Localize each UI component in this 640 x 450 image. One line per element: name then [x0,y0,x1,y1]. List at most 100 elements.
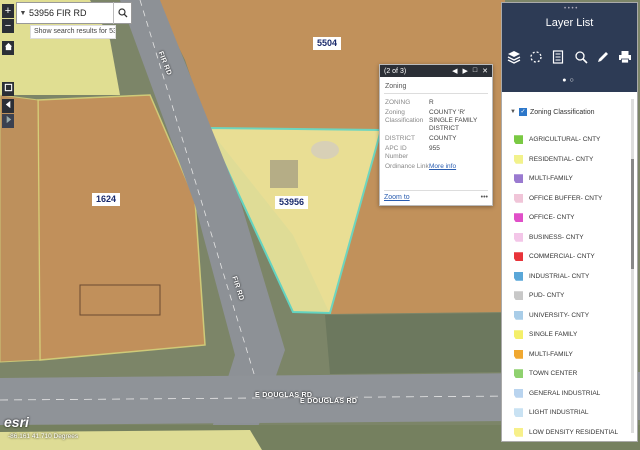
attribute-value: COUNTY 'R' SINGLE FAMILY DISTRICT [429,109,478,132]
legend-label: OFFICE- CNTY [529,214,575,222]
previous-extent-icon[interactable] [2,99,14,113]
popup-maximize-icon[interactable]: □ [473,67,477,75]
legend-item: SINGLE FAMILY [514,325,618,345]
legend-label: SINGLE FAMILY [529,331,578,339]
attribute-row: Ordinance Link More info [385,162,489,172]
layer-group-label: Zoning Classification [529,108,595,116]
legend-icon[interactable] [550,49,566,65]
parcel-sw [0,94,41,363]
parcel-label-5504: 5504 [313,37,342,50]
legend-swatch [514,349,523,359]
attribute-row: APC ID Number 955 [385,144,489,162]
legend-label: OFFICE BUFFER- CNTY [529,194,603,202]
legend-list: AGRICULTURAL- CNTY RESIDENTIAL- CNTY MULTI… [514,130,618,442]
popup-footer: Zoom to ••• [384,190,488,201]
feature-popup: (2 of 3) ◀ ▶ □ ✕ Zoning ZONING R Zoning C… [379,64,493,206]
legend-label: LOW DENSITY RESIDENTIAL [529,428,619,436]
panel-scrollbar[interactable] [631,99,634,433]
zoom-out-button[interactable]: − [2,19,14,33]
legend-label: AGRICULTURAL- CNTY [529,136,601,144]
popup-next-icon[interactable]: ▶ [463,67,468,75]
popup-more-menu[interactable]: ••• [481,194,488,201]
fullscreen-icon[interactable] [2,82,14,96]
popup-close-icon[interactable]: ✕ [482,67,488,75]
legend-swatch [514,388,523,398]
loading-icon[interactable] [528,49,544,65]
search-box: ▼ [16,2,132,24]
legend-swatch [514,291,523,301]
attribute-key: Zoning Classification [385,109,424,124]
search-suggestion[interactable]: Show search results for 53956 ... [30,25,116,39]
legend-swatch [514,174,523,184]
legend-item: COMMERCIAL- CNTY [514,247,618,267]
panel-pager[interactable]: ●○ [502,77,637,84]
zoom-in-button[interactable]: + [2,4,14,18]
legend-swatch [514,408,523,418]
legend-item: AGRICULTURAL- CNTY [514,130,618,150]
zoom-to-link[interactable]: Zoom to [384,194,410,201]
attribute-key: DISTRICT [385,135,415,142]
legend-label: PUD- CNTY [529,292,565,300]
more-info-link[interactable]: More info [429,163,456,170]
legend-item: LIGHT INDUSTRIAL [514,403,618,423]
layer-group-zoning[interactable]: ▼ ✓ Zoning Classification [510,108,595,116]
layers-icon[interactable] [506,49,522,65]
draw-icon[interactable] [595,49,611,65]
legend-swatch [514,330,523,340]
attribute-value: 955 [429,145,440,152]
legend-swatch [514,369,523,379]
scrollbar-thumb[interactable] [631,159,634,269]
legend-label: COMMERCIAL- CNTY [529,253,595,261]
legend-item: RESIDENTIAL- CNTY [514,150,618,170]
legend-label: TOWN CENTER [529,370,578,378]
legend-item: LOW DENSITY RESIDENTIAL [514,423,618,443]
query-icon[interactable] [573,49,589,65]
search-source-dropdown[interactable]: ▼ [17,10,29,17]
collapse-icon[interactable]: ▼ [510,109,516,115]
layer-visibility-checkbox[interactable]: ✓ [518,108,527,116]
home-icon[interactable] [2,41,14,55]
panel-title: Layer List [545,17,594,29]
attribute-row: DISTRICT COUNTY [385,134,489,144]
legend-item: OFFICE- CNTY [514,208,618,228]
legend-item: MULTI-FAMILY [514,345,618,365]
search-button[interactable] [113,2,131,24]
legend-label: RESIDENTIAL- CNTY [529,155,594,163]
legend-item: PUD- CNTY [514,286,618,306]
search-input[interactable] [29,8,113,18]
popup-attributes: ZONING R Zoning Classification COUNTY 'R' … [385,98,489,172]
panel-grip[interactable]: • • • • [564,6,577,12]
next-extent-icon[interactable] [2,114,14,128]
print-icon[interactable] [617,49,633,65]
legend-label: MULTI-FAMILY [529,175,573,183]
panel-tools [506,49,633,65]
legend-swatch [514,271,523,281]
legend-swatch [514,310,523,320]
legend-item: MULTI-FAMILY [514,169,618,189]
legend-item: INDUSTRIAL- CNTY [514,267,618,287]
popup-title: Zoning [384,77,488,94]
legend-label: MULTI-FAMILY [529,350,573,358]
popup-header: (2 of 3) ◀ ▶ □ ✕ [380,65,492,77]
parcel-label-53956: 53956 [275,196,309,209]
legend-item: GENERAL INDUSTRIAL [514,384,618,404]
popup-counter: (2 of 3) [384,67,407,75]
road-label-douglas-east: E DOUGLAS RD [300,398,358,405]
search-icon [117,8,127,18]
legend-label: UNIVERSITY- CNTY [529,311,590,319]
legend-item: UNIVERSITY- CNTY [514,306,618,326]
legend-swatch [514,252,523,262]
panel-header: • • • • Layer List ●○ [502,3,637,92]
legend-item: BUSINESS- CNTY [514,228,618,248]
legend-label: BUSINESS- CNTY [529,233,584,241]
legend-item: TOWN CENTER [514,364,618,384]
legend-swatch [514,193,523,203]
attribute-value: R [429,99,434,106]
attribute-row: Zoning Classification COUNTY 'R' SINGLE F… [385,108,489,134]
coordinate-readout: -86.161 41.710 Degrees [8,433,79,440]
layer-list-panel: • • • • Layer List ●○ ▼ ✓ Zoning Classif… [501,2,638,442]
popup-prev-icon[interactable]: ◀ [452,67,457,75]
attribute-value: COUNTY [429,135,457,142]
attribute-row: ZONING R [385,98,489,108]
legend-label: INDUSTRIAL- CNTY [529,272,590,280]
